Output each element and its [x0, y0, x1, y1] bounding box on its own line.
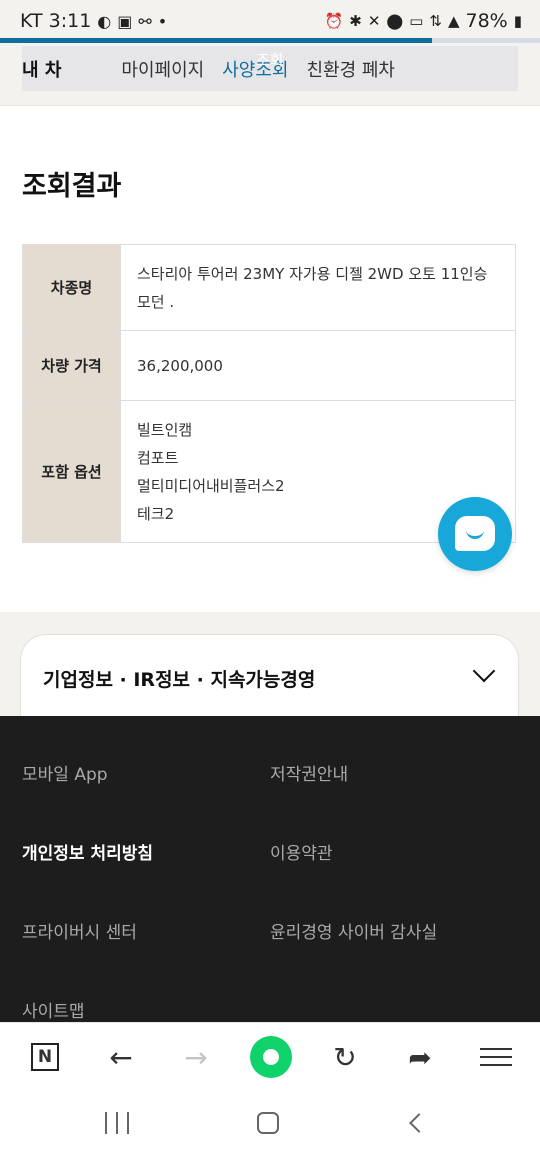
refresh-icon[interactable]: ↻: [325, 1037, 365, 1077]
footer-link[interactable]: 사이트맵: [22, 997, 85, 1022]
bluetooth-icon: ✱: [349, 12, 362, 30]
footer-link[interactable]: 저작권안내: [270, 760, 348, 785]
footer-link[interactable]: 프라이버시 센터: [22, 918, 137, 943]
row-value: 스타리아 투어러 23MY 자가용 디젤 2WD 오토 11인승모던 .: [120, 244, 516, 331]
status-left: KT 3:11 ◐ ▣ ⚯ •: [20, 10, 167, 32]
row-value: 36,200,000: [120, 330, 516, 401]
result-table: 차종명 스타리아 투어러 23MY 자가용 디젤 2WD 오토 11인승 모던 .차…: [22, 244, 516, 543]
naver-icon[interactable]: N: [25, 1037, 65, 1077]
mute-icon: ✕: [367, 12, 381, 30]
nav-tab[interactable]: 마이페이지: [121, 56, 204, 82]
value-line: 36,200,000: [137, 356, 223, 375]
chat-button[interactable]: [438, 497, 512, 571]
status-bar: KT 3:11 ◐ ▣ ⚯ • ⏰ ✱ ✕ ⬤ ▭ ⇅ ▲ 78% ▮: [0, 0, 540, 46]
value-line: 컴포트: [137, 448, 179, 467]
top-navigation: 내 차 마이페이지 사양조회 친환경 폐차 조회: [0, 46, 540, 106]
footer-link[interactable]: 개인정보 처리방침: [22, 839, 153, 864]
value-line: 스타리아 투어러 23MY 자가용 디젤 2WD 오토 11인승: [137, 264, 488, 283]
table-row: 차량 가격 36,200,000: [22, 330, 516, 401]
forward-arrow-icon[interactable]: →: [176, 1037, 216, 1077]
system-home-icon[interactable]: [257, 1112, 279, 1134]
value-line: 모던 .: [137, 292, 175, 311]
browser-toolbar: N ← → ↻ ➦: [0, 1022, 540, 1090]
image-icon: ▣: [117, 11, 133, 31]
page-load-progress-fill: [0, 38, 432, 43]
row-label: 차종명: [22, 244, 121, 331]
corporate-info-section: 기업정보 · IR정보 · 지속가능경영: [0, 612, 540, 724]
alarm-icon: ⏰: [324, 12, 344, 30]
page-title: 조회결과: [22, 171, 122, 202]
naver-n-box: N: [31, 1043, 59, 1071]
system-navigation-bar: [0, 1090, 540, 1158]
home-dot-inner: [263, 1049, 279, 1065]
accordion-title: 기업정보 · IR정보 · 지속가능경영: [43, 669, 316, 691]
dot-icon: •: [157, 11, 168, 31]
row-label: 차량 가격: [22, 330, 121, 401]
system-back-icon[interactable]: [409, 1113, 429, 1133]
menu-lines: [480, 1048, 512, 1066]
moon-icon: ◐: [97, 11, 112, 31]
value-line: 빌트인캠: [137, 420, 193, 439]
hd-icon: ▭: [409, 12, 424, 30]
status-right: ⏰ ✱ ✕ ⬤ ▭ ⇅ ▲ 78% ▮: [325, 10, 522, 32]
battery-icon: ▮: [513, 12, 522, 30]
5g-icon: ⇅: [429, 12, 442, 30]
back-arrow-icon[interactable]: ←: [101, 1037, 141, 1077]
share-icon[interactable]: ➦: [400, 1037, 440, 1077]
carrier-time: KT 3:11: [20, 10, 92, 32]
footer: 모바일 App 저작권안내개인정보 처리방침 이용약관프라이버시 센터 윤리경영 사이…: [0, 716, 540, 1022]
chevron-down-icon: [472, 659, 496, 683]
chat-icon: [455, 516, 495, 551]
menu-icon[interactable]: [476, 1037, 516, 1077]
footer-link[interactable]: 이용약관: [270, 839, 333, 864]
nav-tab[interactable]: 내 차: [22, 56, 61, 82]
recents-icon[interactable]: [105, 1112, 129, 1134]
footer-link[interactable]: 모바일 App: [22, 760, 108, 785]
value-line: 멀티미디어내비플러스2: [137, 476, 285, 495]
table-row: 차종명 스타리아 투어러 23MY 자가용 디젤 2WD 오토 11인승 모던 .: [22, 244, 516, 331]
overlay-label: 조회: [256, 51, 284, 69]
chat-smile: [466, 530, 484, 539]
page-load-progress: [0, 38, 540, 43]
nav-tab[interactable]: 친환경 폐차: [306, 56, 395, 82]
signal-icon: ▲: [447, 12, 460, 30]
battery-level: 78%: [465, 10, 508, 32]
row-label: 포함 옵션: [22, 400, 121, 543]
footer-link[interactable]: 윤리경영 사이버 감사실: [270, 918, 437, 943]
corporate-info-accordion[interactable]: 기업정보 · IR정보 · 지속가능경영: [20, 634, 519, 724]
location-icon: ⬤: [386, 12, 404, 30]
home-icon[interactable]: [250, 1036, 292, 1078]
link-icon: ⚯: [138, 11, 152, 31]
